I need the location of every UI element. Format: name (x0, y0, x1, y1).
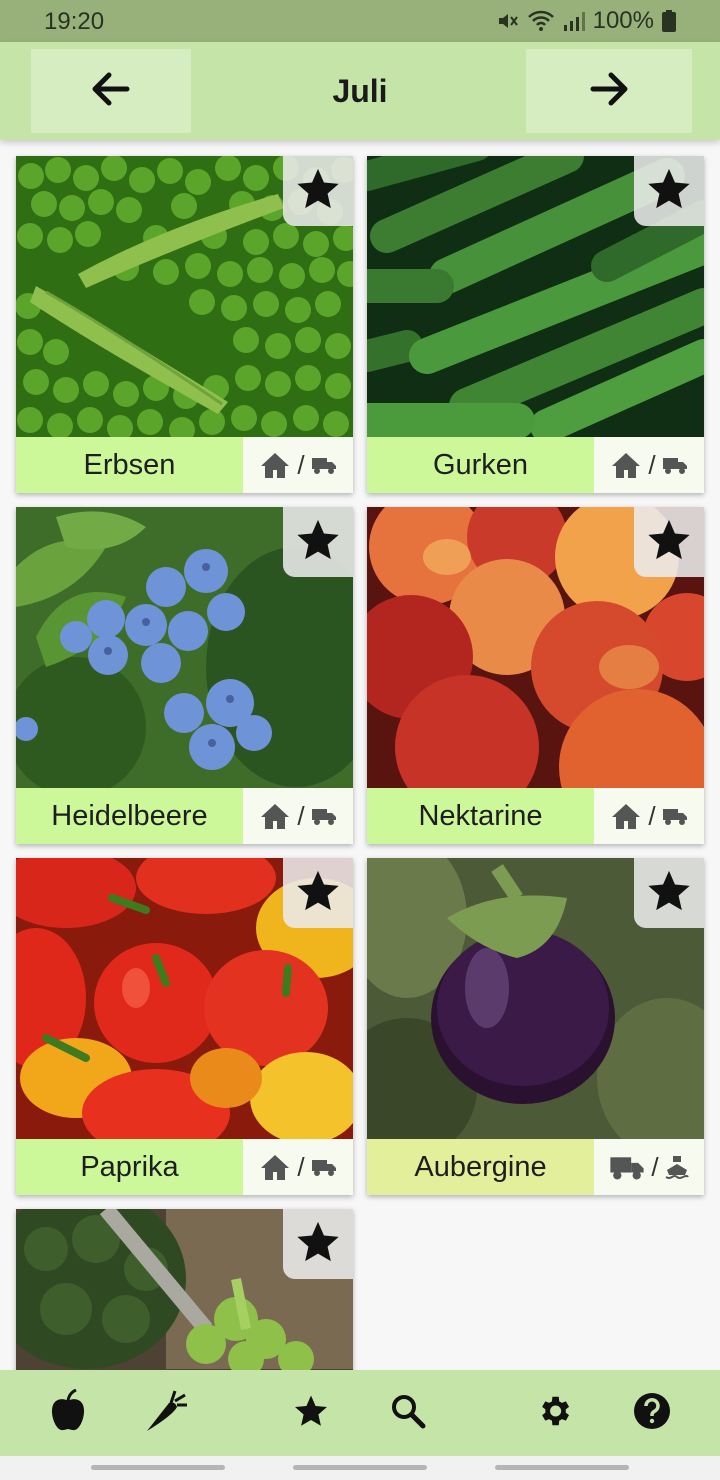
system-gesture-bar (0, 1456, 720, 1480)
produce-card-paprika[interactable]: Paprika / (16, 858, 353, 1195)
origin-separator: / (297, 800, 305, 831)
star-icon (295, 167, 341, 216)
origin-indicator: / (243, 788, 353, 844)
produce-name: Heidelbeere (16, 788, 243, 844)
star-icon (293, 1394, 329, 1433)
produce-label-bar: Heidelbeere / (16, 788, 353, 844)
produce-card-heidelbeere[interactable]: Heidelbeere / (16, 507, 353, 844)
produce-card-broccoli[interactable] (16, 1209, 353, 1370)
produce-card-gurken[interactable]: Gurken / (367, 156, 704, 493)
origin-indicator: / (243, 437, 353, 493)
origin-indicator: / (243, 1139, 353, 1195)
gesture-pill (495, 1465, 629, 1470)
battery-text: 100% (592, 7, 654, 34)
star-icon (646, 518, 692, 567)
favorite-button[interactable] (634, 507, 704, 577)
favorite-button[interactable] (283, 858, 353, 928)
nav-favorites-button[interactable] (271, 1370, 351, 1456)
help-icon (633, 1392, 671, 1435)
truck-icon (662, 455, 688, 475)
apple-icon (49, 1388, 87, 1438)
home-icon (610, 451, 642, 479)
produce-label-bar: Paprika / (16, 1139, 353, 1195)
battery-icon (662, 10, 676, 32)
favorite-button[interactable] (283, 1209, 353, 1279)
produce-card-nektarine[interactable]: Nektarine / (367, 507, 704, 844)
produce-card-erbsen[interactable]: Erbsen / (16, 156, 353, 493)
produce-name: Aubergine (367, 1139, 594, 1195)
produce-label-bar: Erbsen / (16, 437, 353, 493)
star-icon (646, 167, 692, 216)
favorite-button[interactable] (634, 156, 704, 226)
month-header: Juli (0, 42, 720, 140)
bottom-navigation (0, 1370, 720, 1456)
gesture-pill (293, 1465, 427, 1470)
origin-separator: / (297, 1151, 305, 1182)
signal-icon (563, 11, 585, 31)
star-icon (295, 1220, 341, 1269)
star-icon (646, 869, 692, 918)
previous-month-button[interactable] (31, 49, 191, 133)
next-month-button[interactable] (526, 49, 692, 133)
origin-separator: / (297, 449, 305, 480)
star-icon (295, 518, 341, 567)
arrow-left-icon (91, 71, 131, 112)
produce-name: Nektarine (367, 788, 594, 844)
star-icon (295, 869, 341, 918)
favorite-button[interactable] (283, 156, 353, 226)
origin-separator: / (651, 1151, 659, 1182)
carrot-icon (143, 1389, 187, 1438)
origin-indicator: / (594, 788, 704, 844)
truck-icon (662, 806, 688, 826)
produce-name: Paprika (16, 1139, 243, 1195)
origin-indicator: / (594, 437, 704, 493)
ship-icon (665, 1154, 689, 1180)
favorite-button[interactable] (634, 858, 704, 928)
arrow-right-icon (589, 71, 629, 112)
truck-icon (311, 455, 337, 475)
origin-separator: / (648, 449, 656, 480)
nav-vegetables-button[interactable] (125, 1370, 205, 1456)
produce-name: Gurken (367, 437, 594, 493)
favorite-button[interactable] (283, 507, 353, 577)
truck-icon (311, 806, 337, 826)
status-bar: 19:20 100% (0, 0, 720, 42)
nav-fruits-button[interactable] (28, 1370, 108, 1456)
nav-help-button[interactable] (612, 1370, 692, 1456)
truck-icon (311, 1157, 337, 1177)
page-title: Juli (332, 72, 388, 109)
status-time: 19:20 (44, 8, 105, 35)
produce-label-bar: Gurken / (367, 437, 704, 493)
gesture-pill (91, 1465, 225, 1470)
gear-icon (535, 1392, 573, 1435)
wifi-icon (527, 10, 555, 32)
produce-label-bar: Nektarine / (367, 788, 704, 844)
produce-name: Erbsen (16, 437, 243, 493)
origin-indicator: / (594, 1139, 704, 1195)
produce-card-aubergine[interactable]: Aubergine / (367, 858, 704, 1195)
produce-label-bar: Aubergine / (367, 1139, 704, 1195)
produce-grid: Erbsen / Gurken / Heidelbeere / Nektarin… (0, 140, 720, 1370)
nav-search-button[interactable] (368, 1370, 448, 1456)
home-icon (259, 451, 291, 479)
home-icon (259, 802, 291, 830)
mute-icon (495, 9, 519, 33)
search-icon (390, 1393, 426, 1434)
home-icon (610, 802, 642, 830)
truck-icon (609, 1153, 645, 1181)
origin-separator: / (648, 800, 656, 831)
nav-settings-button[interactable] (514, 1370, 594, 1456)
home-icon (259, 1153, 291, 1181)
